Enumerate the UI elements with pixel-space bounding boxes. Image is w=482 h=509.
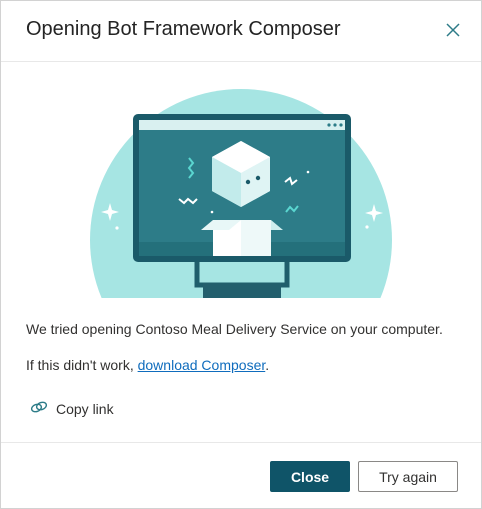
footer-divider bbox=[1, 442, 481, 443]
link-icon bbox=[30, 400, 48, 419]
close-button[interactable]: Close bbox=[270, 461, 350, 492]
status-message: We tried opening Contoso Meal Delivery S… bbox=[26, 321, 443, 337]
dialog-header: Opening Bot Framework Composer bbox=[1, 1, 481, 62]
fallback-message: If this didn't work, download Composer. bbox=[26, 357, 269, 373]
copy-link-button[interactable]: Copy link bbox=[30, 399, 114, 419]
dialog-title: Opening Bot Framework Composer bbox=[26, 18, 341, 40]
monitor-base bbox=[203, 283, 281, 298]
fallback-prefix: If this didn't work, bbox=[26, 357, 138, 373]
close-icon[interactable] bbox=[442, 19, 464, 41]
copy-link-label: Copy link bbox=[56, 401, 114, 417]
try-again-button[interactable]: Try again bbox=[358, 461, 458, 492]
fallback-suffix: . bbox=[265, 357, 270, 373]
download-composer-link[interactable]: download Composer bbox=[138, 357, 266, 373]
dialog: Opening Bot Framework Composer We tried … bbox=[0, 0, 482, 509]
monitor-box-illustration bbox=[1, 62, 481, 298]
